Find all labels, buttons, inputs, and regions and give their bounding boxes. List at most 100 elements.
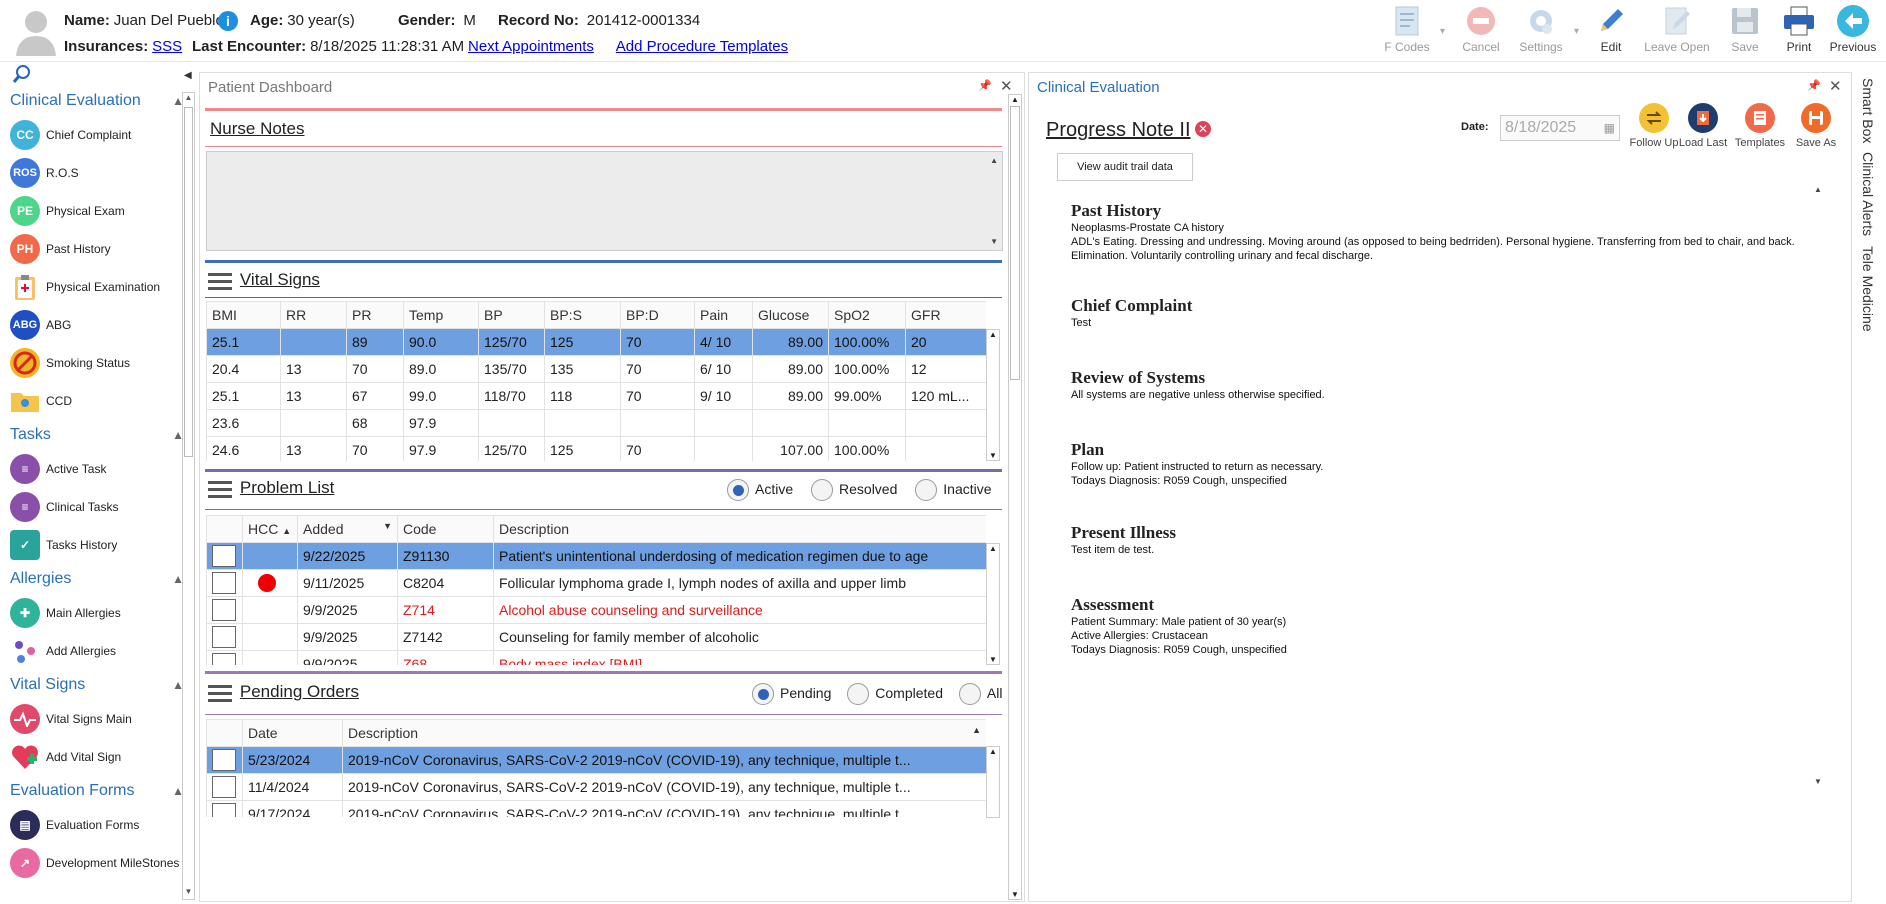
nav-past-history[interactable]: PH Past History — [6, 230, 198, 268]
save-as-button[interactable]: Save As — [1787, 103, 1845, 149]
fcodes-dropdown-arrow[interactable]: ▾ — [1440, 26, 1445, 37]
nav-evaluation-forms[interactable]: ▤ Evaluation Forms — [6, 806, 198, 844]
table-row[interactable]: 9/22/2025 Z91130 Patient's unintentional u… — [206, 542, 986, 570]
nav-physical-examination[interactable]: Physical Examination — [6, 268, 198, 306]
close-clinical-icon[interactable]: ✕ — [1829, 77, 1842, 95]
add-procedure-templates-link[interactable]: Add Procedure Templates — [616, 38, 788, 55]
remove-note-icon[interactable]: ✕ — [1195, 121, 1211, 137]
nav-add-allergies[interactable]: Add Allergies — [6, 632, 198, 670]
info-icon[interactable]: i — [218, 11, 238, 31]
vital-column-header[interactable]: BP:D — [620, 301, 695, 329]
tab-smart-box[interactable]: Smart Box — [1860, 78, 1876, 143]
select-column-header[interactable] — [206, 515, 243, 543]
table-row[interactable]: 11/4/2024 2019-nCoV Coronavirus, SARS-CoV… — [206, 773, 986, 801]
pin-icon[interactable]: 📌 — [978, 79, 992, 92]
note-section[interactable]: Present Illness Test item de test. — [1071, 523, 1807, 557]
scroll-up-icon[interactable]: ▲ — [1009, 95, 1021, 104]
fcodes-button[interactable]: F Codes — [1372, 4, 1442, 60]
nav-vital-signs-main[interactable]: Vital Signs Main — [6, 700, 198, 738]
row-checkbox[interactable] — [212, 626, 236, 648]
vital-column-header[interactable]: BP — [478, 301, 545, 329]
vital-column-header[interactable]: BMI — [206, 301, 281, 329]
scroll-up-icon[interactable]: ▲ — [987, 747, 999, 756]
section-clinical-evaluation[interactable]: Clinical Evaluation ▲ — [6, 86, 198, 116]
collapse-nav-icon[interactable]: ◀ — [184, 70, 192, 81]
scroll-down-icon[interactable]: ▼ — [183, 887, 194, 899]
select-column-header[interactable] — [206, 719, 243, 747]
sort-up-icon[interactable]: ▲ — [972, 725, 981, 735]
completed-radio[interactable]: Completed — [847, 683, 943, 705]
insurance-link[interactable]: SSS — [152, 38, 182, 55]
close-dashboard-icon[interactable]: ✕ — [1000, 77, 1013, 95]
scroll-up-icon[interactable]: ▲ — [1814, 185, 1822, 194]
load-last-button[interactable]: Load Last — [1674, 103, 1732, 149]
vital-column-header[interactable]: PR — [346, 301, 404, 329]
calendar-icon[interactable]: ▦ — [1604, 116, 1615, 140]
scroll-thumb[interactable] — [184, 107, 193, 457]
order-description-column-header[interactable]: Description ▲ — [342, 719, 986, 747]
scroll-thumb[interactable] — [1010, 106, 1020, 380]
table-row[interactable]: 9/11/2025 C8204 Follicular lymphoma grade … — [206, 569, 986, 597]
previous-button[interactable]: Previous — [1818, 4, 1886, 60]
nav-ros[interactable]: ROS R.O.S — [6, 154, 198, 192]
nav-scrollbar[interactable]: ▲ ▼ — [182, 92, 195, 900]
settings-button[interactable]: Settings — [1506, 4, 1576, 60]
nav-ccd[interactable]: CCD — [6, 382, 198, 420]
scroll-up-icon[interactable]: ▲ — [987, 330, 999, 339]
sort-down-icon[interactable]: ▼ — [383, 521, 392, 531]
table-row[interactable]: 20.4 13 70 89.0 135/70 135 70 6/ 10 89.00 100.00%… — [206, 355, 986, 383]
scroll-up-icon[interactable]: ▲ — [987, 544, 999, 553]
vital-column-header[interactable]: BP:S — [544, 301, 621, 329]
nav-clinical-tasks[interactable]: ≡ Clinical Tasks — [6, 488, 198, 526]
note-section[interactable]: Review of Systems All systems are negativ… — [1071, 368, 1807, 402]
nav-development-milestones[interactable]: ↗ Development MileStones — [6, 844, 198, 882]
next-appointments-link[interactable]: Next Appointments — [468, 38, 594, 55]
radio-selected[interactable] — [752, 683, 774, 705]
tab-tele-medicine[interactable]: Tele Medicine — [1860, 246, 1876, 332]
row-checkbox[interactable] — [212, 776, 236, 798]
added-column-header[interactable]: Added ▼ — [297, 515, 398, 543]
tab-clinical-alerts[interactable]: Clinical Alerts — [1860, 152, 1876, 236]
vital-column-header[interactable]: Pain — [694, 301, 753, 329]
nurse-notes-textarea[interactable]: ▲ ▼ — [206, 151, 1003, 251]
problem-scrollbar[interactable]: ▲ ▼ — [986, 543, 1000, 665]
hcc-column-header[interactable]: HCC ▲ — [242, 515, 298, 543]
date-field[interactable]: 8/18/2025 ▦ — [1500, 115, 1620, 141]
menu-icon[interactable] — [208, 269, 232, 294]
table-row[interactable]: 9/9/2025 Z7142 Counseling for family membe… — [206, 623, 986, 651]
radio-unselected[interactable] — [958, 683, 981, 705]
table-row[interactable]: 25.1 13 67 99.0 118/70 118 70 9/ 10 89.00 99.00% 1… — [206, 382, 986, 410]
table-row[interactable]: 23.6 68 97.9 — [206, 409, 986, 437]
nav-add-vital-sign[interactable]: Add Vital Sign — [6, 738, 198, 776]
section-vital-signs[interactable]: Vital Signs ▲ — [6, 670, 198, 700]
code-column-header[interactable]: Code — [397, 515, 494, 543]
table-row[interactable]: 25.1 89 90.0 125/70 125 70 4/ 10 89.00 100.00% 20 — [206, 328, 986, 356]
vital-column-header[interactable]: Temp — [403, 301, 479, 329]
all-radio[interactable]: All — [958, 683, 1002, 705]
scroll-down-icon[interactable]: ▼ — [990, 237, 998, 246]
vital-column-header[interactable]: RR — [280, 301, 347, 329]
vital-column-header[interactable]: Glucose — [752, 301, 829, 329]
row-checkbox[interactable] — [212, 572, 236, 594]
radio-unselected[interactable] — [811, 479, 834, 501]
note-section[interactable]: Plan Follow up: Patient instructed to ret… — [1071, 440, 1807, 488]
menu-icon[interactable] — [208, 681, 232, 706]
sort-up-icon[interactable]: ▲ — [282, 526, 291, 536]
date-column-header[interactable]: Date — [242, 719, 343, 747]
nav-abg[interactable]: ABG ABG — [6, 306, 198, 344]
table-row[interactable]: 5/23/2024 2019-nCoV Coronavirus, SARS-CoV… — [206, 746, 986, 774]
scroll-down-icon[interactable]: ▼ — [987, 451, 999, 460]
leave-open-button[interactable]: Leave Open — [1642, 4, 1712, 60]
note-section[interactable]: Chief Complaint Test — [1071, 296, 1807, 330]
note-section[interactable]: Past History Neoplasms-Prostate CA histor… — [1071, 201, 1807, 263]
section-tasks[interactable]: Tasks ▲ — [6, 420, 198, 450]
nav-physical-exam[interactable]: PE Physical Exam — [6, 192, 198, 230]
vital-column-header[interactable]: GFR — [905, 301, 986, 329]
note-section[interactable]: Assessment Patient Summary: Male patient … — [1071, 595, 1807, 657]
row-checkbox[interactable] — [212, 749, 236, 771]
nav-tasks-history[interactable]: ✓ Tasks History — [6, 526, 198, 564]
nav-chief-complaint[interactable]: CC Chief Complaint — [6, 116, 198, 154]
table-row[interactable]: 9/9/2025 Z68 Body mass index [BMI] — [206, 650, 986, 665]
table-row[interactable]: 9/17/2024 2019-nCoV Coronavirus, SARS-CoV… — [206, 800, 986, 817]
description-column-header[interactable]: Description — [493, 515, 986, 543]
